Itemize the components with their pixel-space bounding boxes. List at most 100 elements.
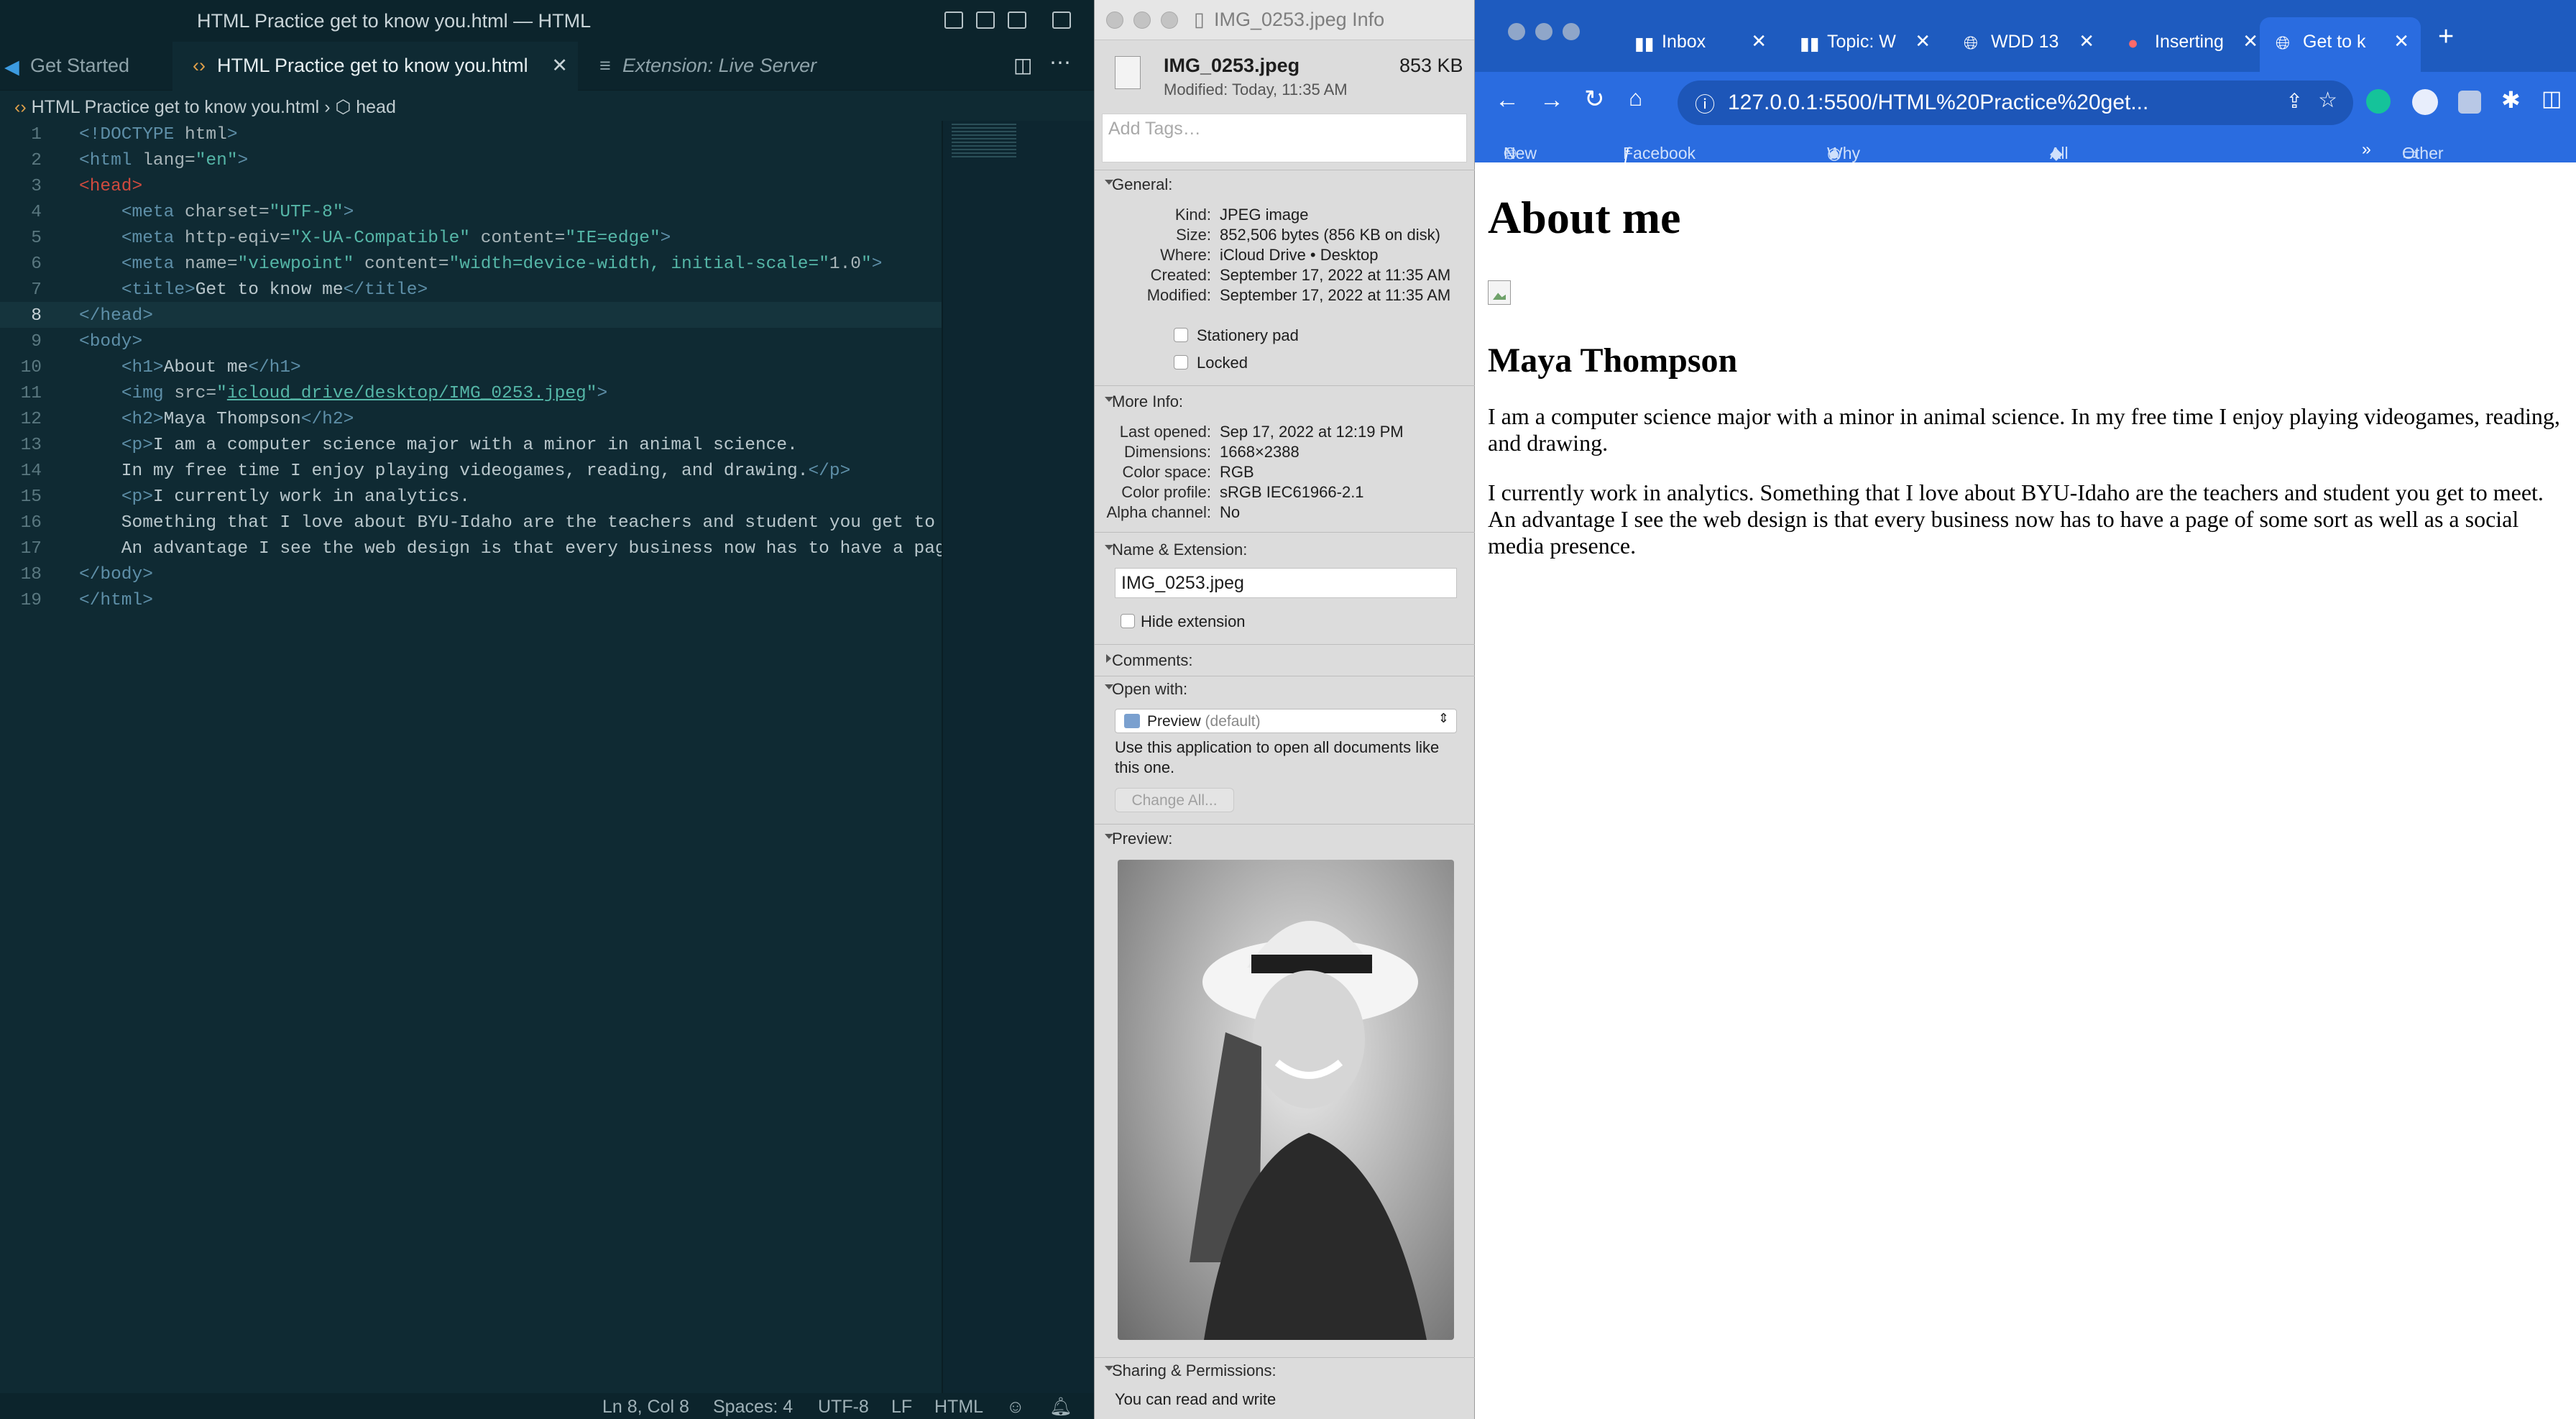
code-line: <!DOCTYPE html> <box>79 125 238 144</box>
url-text: 127.0.0.1:5500/HTML%20Practice%20get... <box>1728 91 2149 114</box>
close-tab-icon[interactable]: ✕ <box>1915 30 1931 52</box>
chevron-right-icon: › <box>324 97 336 117</box>
status-bar: Ln 8, Col 8 Spaces: 4 UTF-8 LF HTML ☺ 🔔︎ <box>0 1393 1094 1419</box>
tab-topic[interactable]: ▮▮ Topic: W ✕ <box>1784 17 1942 72</box>
analytics-icon: ▮▮ <box>1634 34 1655 54</box>
zoom-window-button[interactable] <box>1563 23 1580 40</box>
code-line: An advantage I see the web design is tha… <box>79 539 957 559</box>
info-label: Last opened: <box>1119 423 1211 441</box>
toggle-panel-icon[interactable] <box>976 12 995 29</box>
page-heading: About me <box>1488 192 1681 243</box>
symbol-icon: ⬡ <box>335 97 356 117</box>
cursor-position[interactable]: Ln 8, Col 8 <box>602 1397 689 1418</box>
analytics-icon: ▮▮ <box>1800 34 1820 54</box>
tab-wdd[interactable]: 🌐︎ WDD 13 ✕ <box>1948 17 2106 72</box>
code-line: </html> <box>79 591 153 610</box>
stationery-checkbox[interactable] <box>1174 328 1188 342</box>
info-value: JPEG image <box>1220 206 1309 224</box>
broken-image-icon <box>1488 280 1511 305</box>
site-info-icon: ⓘ <box>1695 93 1716 116</box>
minimap[interactable] <box>942 121 1094 1393</box>
notifications-icon[interactable]: 🔔︎ <box>1049 1397 1072 1418</box>
close-tab-icon[interactable]: ✕ <box>2393 30 2409 52</box>
feedback-icon[interactable]: ☺ <box>1006 1397 1025 1418</box>
toggle-secondary-sidebar-icon[interactable] <box>1008 12 1026 29</box>
encoding-status[interactable]: UTF-8 <box>818 1397 869 1418</box>
toggle-sidebar-icon[interactable] <box>944 12 963 29</box>
open-with-section-toggle[interactable]: Open with: <box>1104 680 1187 699</box>
tags-field[interactable]: Add Tags… <box>1102 114 1467 162</box>
locked-checkbox[interactable] <box>1174 355 1188 369</box>
chrome-window: ▮▮ Inbox ✕ ▮▮ Topic: W ✕ 🌐︎ WDD 13 ✕ ● Insertin… <box>1475 0 2576 1419</box>
jpeg-file-icon <box>1115 56 1141 89</box>
home-icon[interactable]: ⌂ <box>1629 85 1642 111</box>
sharing-section-toggle[interactable]: Sharing & Permissions: <box>1105 1361 1276 1380</box>
change-all-button[interactable]: Change All... <box>1115 788 1234 812</box>
info-label: Modified: <box>1146 286 1211 304</box>
translate-extension-icon[interactable] <box>2412 89 2438 115</box>
more-bookmarks-chevron[interactable]: » <box>2362 139 2371 159</box>
hide-extension-label: Hide extension <box>1141 612 1246 630</box>
tab-get-started[interactable]: ◀ Get Started <box>0 42 172 91</box>
preview-section-toggle[interactable]: Preview: <box>1104 830 1172 848</box>
reload-icon[interactable]: ↻ <box>1584 85 1605 114</box>
filename-field[interactable]: IMG_0253.jpeg <box>1115 568 1457 598</box>
html-file-icon: ‹› <box>193 55 206 76</box>
tab-live-server[interactable]: ≡ Extension: Live Server <box>578 42 908 91</box>
close-tab-icon[interactable]: ✕ <box>2079 30 2094 52</box>
minimize-window-button[interactable] <box>1535 23 1552 40</box>
indentation-status[interactable]: Spaces: 4 <box>713 1397 793 1418</box>
open-with-select[interactable]: Preview (default) ⇕ <box>1115 709 1457 733</box>
info-value: September 17, 2022 at 11:35 AM <box>1220 266 1451 284</box>
line-number: 1 <box>31 125 42 144</box>
more-actions-icon[interactable]: ⋯ <box>1049 50 1071 75</box>
new-tab-icon[interactable]: + <box>2438 22 2454 52</box>
extension-icon[interactable] <box>2458 91 2481 114</box>
eol-status[interactable]: LF <box>891 1397 912 1418</box>
code-line: <h1>About me</h1> <box>121 358 301 377</box>
info-label: Where: <box>1160 246 1211 264</box>
image-preview <box>1118 860 1454 1340</box>
breadcrumb-symbol[interactable]: head <box>356 97 396 117</box>
editor-tabs: ◀ Get Started ‹› HTML Practice get to kn… <box>0 42 1094 91</box>
side-panel-icon[interactable]: ◫ <box>2542 86 2562 111</box>
code-editor[interactable]: 1 2 3 4 5 6 7 8 9 10 11 12 13 14 15 16 17 18 19 <!DOCTYPE … <box>0 121 956 1393</box>
puzzle-extensions-icon[interactable]: ✱ <box>2501 86 2521 114</box>
tab-label: WDD 13 <box>1991 32 2059 52</box>
split-editor-icon[interactable]: ◫ <box>1013 53 1032 77</box>
code-line: Something that I love about BYU-Idaho ar… <box>79 513 957 533</box>
info-value: iCloud Drive • Desktop <box>1220 246 1379 264</box>
close-window-button[interactable] <box>1106 12 1123 29</box>
close-tab-icon[interactable]: ✕ <box>1751 30 1767 52</box>
tab-get-to-know[interactable]: 🌐︎ Get to k ✕ <box>2260 17 2421 72</box>
share-icon[interactable]: ⇪ <box>2286 89 2303 113</box>
layout-icon[interactable] <box>1052 12 1071 29</box>
zoom-window-button[interactable] <box>1161 12 1178 29</box>
more-info-section-toggle[interactable]: More Info: <box>1104 392 1183 411</box>
back-icon[interactable]: ← <box>1495 86 1519 114</box>
name-extension-section-toggle[interactable]: Name & Extension: <box>1104 541 1247 559</box>
tab-html-practice[interactable]: ‹› HTML Practice get to know you.html ✕ <box>172 42 578 91</box>
language-mode[interactable]: HTML <box>934 1397 983 1418</box>
html-file-icon: ‹› <box>14 97 32 117</box>
grammarly-icon[interactable] <box>2366 89 2391 114</box>
bookmark-star-icon[interactable]: ☆ <box>2318 88 2337 113</box>
close-tab-icon[interactable]: ✕ <box>551 55 568 77</box>
code-line: </head> <box>79 306 153 326</box>
line-number: 12 <box>20 410 42 429</box>
tab-inbox[interactable]: ▮▮ Inbox ✕ <box>1619 17 1778 72</box>
minimize-window-button[interactable] <box>1133 12 1151 29</box>
breadcrumb-file[interactable]: HTML Practice get to know you.html <box>32 97 320 117</box>
code-line: </body> <box>79 565 153 584</box>
close-window-button[interactable] <box>1508 23 1525 40</box>
comments-section-toggle[interactable]: Comments: <box>1105 651 1192 670</box>
address-bar[interactable]: ⓘ 127.0.0.1:5500/HTML%20Practice%20get..… <box>1678 81 2353 125</box>
line-number: 13 <box>20 436 42 455</box>
forward-icon[interactable]: → <box>1540 86 1564 114</box>
code-line: <body> <box>79 332 143 352</box>
tab-inserting[interactable]: ● Inserting ✕ <box>2112 17 2270 72</box>
hide-extension-checkbox[interactable] <box>1121 614 1135 628</box>
tab-label: Extension: Live Server <box>622 55 817 76</box>
close-tab-icon[interactable]: ✕ <box>2242 30 2258 52</box>
general-section-toggle[interactable]: General: <box>1104 175 1172 194</box>
